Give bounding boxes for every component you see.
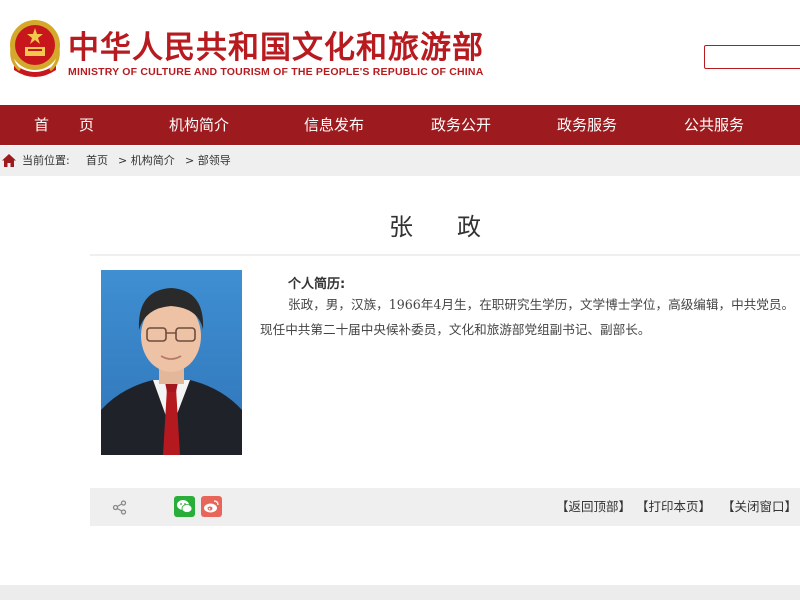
nav-item-government-services[interactable]: 政务服务 — [555, 105, 619, 145]
breadcrumb-home[interactable]: 首页 — [86, 146, 108, 176]
footer-strip — [0, 585, 800, 600]
weibo-icon — [204, 500, 219, 513]
nav-item-about[interactable]: 机构简介 — [167, 105, 231, 145]
breadcrumb: 当前位置: 首页 > 机构简介 > 部领导 — [0, 146, 800, 176]
nav-item-news[interactable]: 信息发布 — [302, 105, 366, 145]
close-window-link[interactable]: 【关闭窗口】 — [722, 488, 797, 526]
title-divider — [90, 254, 800, 256]
back-to-top-link[interactable]: 【返回顶部】 — [556, 488, 631, 526]
nav-item-government-affairs[interactable]: 政务公开 — [429, 105, 493, 145]
site-header: 中华人民共和国文化和旅游部 MINISTRY OF CULTURE AND TO… — [0, 0, 800, 105]
wechat-icon — [177, 500, 193, 513]
breadcrumb-about[interactable]: > 机构简介 — [118, 146, 175, 176]
wechat-share-button[interactable] — [174, 496, 195, 517]
breadcrumb-leaders[interactable]: > 部领导 — [185, 146, 231, 176]
main-nav: 首 页 机构简介 信息发布 政务公开 政务服务 公共服务 — [0, 105, 800, 145]
bio-heading: 个人简历: — [288, 277, 346, 292]
portrait-photo — [101, 270, 242, 455]
site-subtitle: MINISTRY OF CULTURE AND TOURISM OF THE P… — [68, 66, 484, 78]
search-input[interactable] — [704, 45, 800, 69]
nav-item-public-services[interactable]: 公共服务 — [682, 105, 746, 145]
nav-item-home[interactable]: 首 页 — [32, 105, 96, 145]
print-page-link[interactable]: 【打印本页】 — [636, 488, 711, 526]
share-bar: 【返回顶部】 【打印本页】 【关闭窗口】 — [90, 488, 800, 526]
bio-text: 张政，男，汉族，1966年4月生，在职研究生学历，文学博士学位，高级编辑，中共党… — [260, 297, 795, 337]
national-emblem-icon[interactable] — [8, 18, 62, 80]
weibo-share-button[interactable] — [201, 496, 222, 517]
breadcrumb-prefix: 当前位置: — [22, 154, 70, 167]
home-icon — [2, 154, 16, 167]
site-title: 中华人民共和国文化和旅游部 — [68, 30, 484, 66]
page-title: 张 政 — [389, 213, 491, 241]
share-icon[interactable] — [112, 500, 127, 515]
